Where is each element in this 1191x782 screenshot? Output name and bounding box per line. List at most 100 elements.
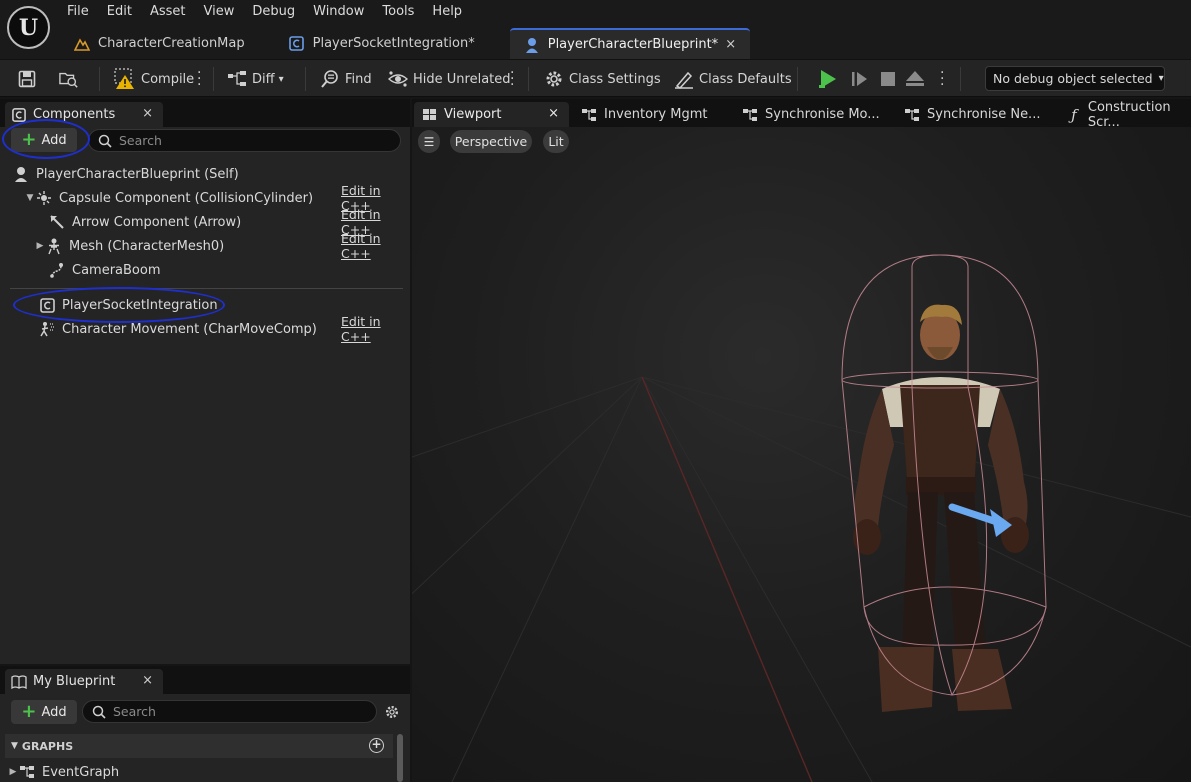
close-icon[interactable]: × (142, 106, 153, 121)
tree-label: EventGraph (42, 764, 120, 780)
hamburger-icon: ☰ (423, 134, 435, 149)
tab-character-creation-map[interactable]: CharacterCreationMap (60, 28, 259, 59)
components-tab-label: Components (33, 107, 116, 122)
tab-inventory-mgmt[interactable]: Inventory Mgmt (574, 102, 707, 127)
character-blueprint-icon (524, 37, 540, 53)
tab-components[interactable]: Components × (5, 102, 163, 127)
viewport-canvas[interactable]: ☰ Perspective Lit (412, 127, 1191, 782)
close-icon[interactable]: × (142, 673, 153, 688)
toolbar-divider (797, 67, 798, 91)
add-graph-icon[interactable]: + (369, 738, 384, 753)
debug-object-label: No debug object selected (993, 71, 1153, 86)
find-button[interactable]: Find (320, 60, 372, 98)
close-icon[interactable]: × (725, 37, 736, 52)
menu-debug[interactable]: Debug (243, 0, 304, 24)
hide-unrelated-options-button[interactable]: · · · (510, 60, 514, 98)
menu-view[interactable]: View (195, 0, 244, 24)
graph-icon (742, 107, 758, 123)
eject-button[interactable] (905, 60, 930, 98)
menu-help[interactable]: Help (423, 0, 471, 24)
save-button[interactable] (17, 60, 42, 98)
perspective-label: Perspective (454, 134, 528, 149)
play-button[interactable] (818, 60, 843, 98)
arrow-component-gizmo (948, 503, 1012, 537)
class-defaults-icon (674, 69, 694, 89)
movement-icon (38, 320, 56, 338)
menu-window[interactable]: Window (304, 0, 373, 24)
menu-edit[interactable]: Edit (98, 0, 141, 24)
expanded-arrow-icon[interactable]: ▼ (25, 193, 35, 203)
document-tabs: CharacterCreationMap PlayerSocketIntegra… (60, 28, 751, 59)
viewport-menu-button[interactable]: ☰ (418, 130, 440, 153)
class-settings-button[interactable]: Class Settings (544, 60, 661, 98)
collision-capsule-wireframe (841, 254, 1047, 696)
edit-in-cpp-link[interactable]: Edit in C++ (341, 231, 410, 261)
settings-gear-icon[interactable] (383, 703, 401, 721)
compile-button[interactable]: Compile (114, 60, 194, 98)
unreal-engine-logo[interactable]: U (7, 6, 50, 49)
advance-frame-icon (850, 69, 870, 89)
tree-row-character-movement[interactable]: Character Movement (CharMoveComp) Edit i… (0, 314, 410, 344)
perspective-button[interactable]: Perspective (450, 130, 532, 153)
find-label: Find (345, 71, 372, 87)
play-icon (818, 69, 838, 89)
close-icon[interactable]: × (548, 106, 559, 121)
my-blueprint-tab-bar: My Blueprint × (0, 666, 410, 694)
play-options-button[interactable]: · · · (940, 60, 944, 98)
graph-icon (581, 107, 597, 123)
tree-row-mesh[interactable]: ▶ Mesh (CharacterMesh0) Edit in C++ (0, 231, 410, 261)
add-label: Add (41, 132, 67, 148)
compile-options-button[interactable]: · · · (197, 60, 201, 98)
gear-icon (544, 69, 564, 89)
components-search[interactable] (88, 129, 401, 152)
my-blueprint-search-input[interactable] (113, 704, 356, 719)
my-blueprint-search[interactable] (82, 700, 377, 723)
tab-synchronise-ne[interactable]: Synchronise Ne... (897, 102, 1040, 127)
class-settings-label: Class Settings (569, 71, 661, 87)
hide-unrelated-button[interactable]: Hide Unrelated (388, 60, 511, 98)
blueprint-component-icon (38, 296, 56, 314)
collapsed-arrow-icon[interactable]: ▶ (35, 241, 45, 251)
menu-tools[interactable]: Tools (373, 0, 423, 24)
edit-in-cpp-link[interactable]: Edit in C++ (341, 314, 410, 344)
lit-button[interactable]: Lit (543, 130, 569, 153)
tree-label: Arrow Component (Arrow) (72, 214, 242, 230)
vertical-scrollbar[interactable] (397, 734, 403, 782)
tab-my-blueprint[interactable]: My Blueprint × (5, 669, 163, 694)
tab-label: PlayerSocketIntegration* (312, 36, 475, 51)
expanded-arrow-icon[interactable]: ▼ (11, 741, 18, 751)
add-member-button[interactable]: + Add (11, 700, 77, 724)
tree-label: PlayerCharacterBlueprint (Self) (36, 166, 239, 182)
title-bar: U File Edit Asset View Debug Window Tool… (0, 0, 1191, 59)
advance-frame-button[interactable] (850, 60, 875, 98)
collapsed-arrow-icon[interactable]: ▶ (8, 767, 18, 777)
tab-label: Construction Scr... (1087, 99, 1171, 130)
blueprint-component-icon (11, 107, 27, 123)
compile-warning-icon (114, 68, 136, 89)
chevron-down-icon: ▾ (278, 73, 284, 85)
diff-button[interactable]: Diff ▾ (227, 60, 284, 98)
add-component-button[interactable]: + Add (11, 128, 77, 152)
menu-file[interactable]: File (58, 0, 98, 24)
components-search-input[interactable] (119, 133, 377, 148)
browse-folder-icon (59, 69, 79, 89)
tab-label: Synchronise Mo... (765, 107, 880, 122)
tab-viewport[interactable]: Viewport × (414, 102, 569, 127)
tab-player-socket-integration[interactable]: PlayerSocketIntegration* (275, 28, 489, 59)
tree-label: Capsule Component (CollisionCylinder) (59, 190, 314, 206)
add-label: Add (41, 704, 67, 720)
function-icon: ƒ (1071, 105, 1077, 124)
tab-player-character-blueprint[interactable]: PlayerCharacterBlueprint* × (509, 28, 751, 59)
stop-button[interactable] (878, 60, 903, 98)
tab-construction-script[interactable]: ƒ Construction Scr... (1060, 99, 1191, 130)
tree-row-event-graph[interactable]: ▶ EventGraph (0, 762, 410, 782)
class-defaults-button[interactable]: Class Defaults (674, 60, 792, 98)
tab-label: CharacterCreationMap (98, 36, 245, 51)
debug-object-dropdown[interactable]: No debug object selected ▾ (985, 66, 1165, 91)
menu-asset[interactable]: Asset (141, 0, 195, 24)
tree-row-camera-boom[interactable]: CameraBoom (0, 258, 410, 282)
browse-button[interactable] (59, 60, 84, 98)
graphs-section-header[interactable]: ▼ GRAPHS + (5, 734, 393, 758)
my-blueprint-tab-label: My Blueprint (33, 674, 116, 689)
tab-synchronise-mo[interactable]: Synchronise Mo... (735, 102, 880, 127)
